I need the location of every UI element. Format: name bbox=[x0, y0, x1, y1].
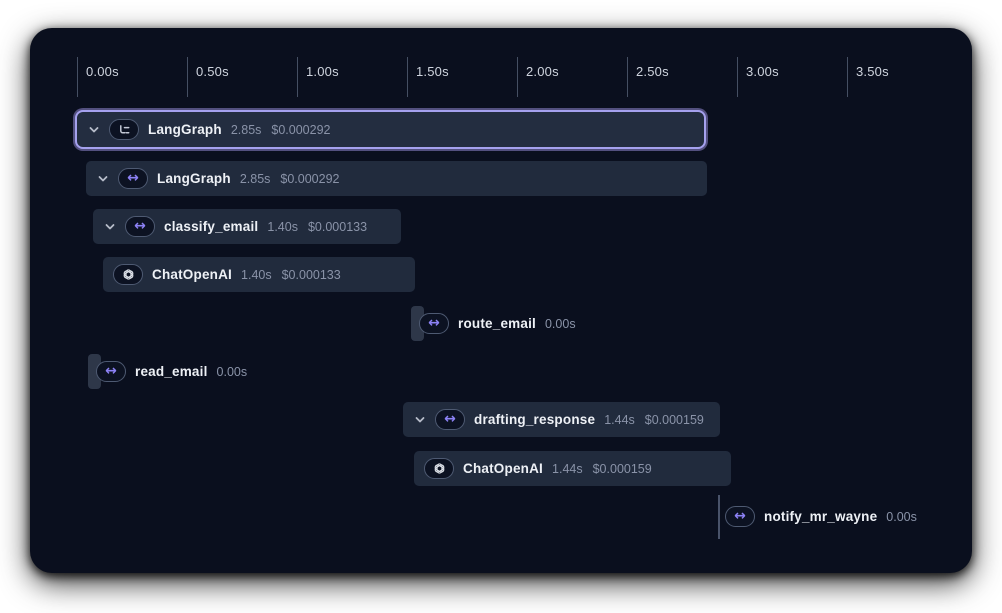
run-tree-icon bbox=[118, 124, 131, 136]
timeline-tick-label: 1.00s bbox=[306, 64, 339, 79]
timeline-tick bbox=[627, 57, 628, 97]
span-type-badge: ↔ bbox=[113, 264, 143, 285]
timeline-tick bbox=[517, 57, 518, 97]
span-duration: 0.00s bbox=[886, 510, 917, 524]
double-arrow-icon: ↔ bbox=[134, 219, 146, 233]
span-type-badge: ↔ bbox=[118, 168, 148, 189]
span-type-badge: ↔ bbox=[109, 119, 139, 140]
openai-icon bbox=[433, 462, 446, 475]
timeline-tick bbox=[407, 57, 408, 97]
openai-icon bbox=[122, 268, 135, 281]
span-name: route_email bbox=[458, 316, 536, 331]
span-type-badge: ↔ bbox=[419, 313, 449, 334]
chevron-down-icon[interactable] bbox=[103, 220, 116, 233]
span-type-badge: ↔ bbox=[96, 361, 126, 382]
span-type-badge: ↔ bbox=[424, 458, 454, 479]
timeline-tick bbox=[77, 57, 78, 97]
span-name: LangGraph bbox=[148, 122, 222, 137]
span-bar[interactable]: ↔ LangGraph 2.85s $0.000292 bbox=[86, 161, 707, 196]
timeline-tick bbox=[187, 57, 188, 97]
trace-span-row[interactable]: ↔ ChatOpenAI 1.40s $0.000133 bbox=[103, 257, 415, 292]
timeline-tick-label: 2.50s bbox=[636, 64, 669, 79]
timeline-ruler: 0.00s 0.50s 1.00s 1.50s 2.00s 2.50s 3.00… bbox=[30, 28, 972, 98]
double-arrow-icon: ↔ bbox=[428, 316, 440, 330]
trace-span-row[interactable]: ↔ notify_mr_wayne 0.00s bbox=[718, 499, 917, 534]
span-type-badge: ↔ bbox=[725, 506, 755, 527]
chevron-down-icon[interactable] bbox=[413, 413, 426, 426]
trace-span-row[interactable]: ↔ drafting_response 1.44s $0.000159 bbox=[403, 402, 720, 437]
chevron-down-icon[interactable] bbox=[87, 123, 100, 136]
timeline-tick-label: 0.50s bbox=[196, 64, 229, 79]
span-name: drafting_response bbox=[474, 412, 595, 427]
timeline-tick bbox=[297, 57, 298, 97]
span-duration: 1.44s bbox=[604, 413, 635, 427]
double-arrow-icon: ↔ bbox=[105, 364, 117, 378]
span-bar[interactable]: ↔ ChatOpenAI 1.40s $0.000133 bbox=[103, 257, 415, 292]
span-name: classify_email bbox=[164, 219, 258, 234]
span-cost: $0.000159 bbox=[645, 413, 704, 427]
trace-span-row[interactable]: ↔ route_email 0.00s bbox=[411, 306, 576, 341]
trace-span-row[interactable]: ↔ read_email 0.00s bbox=[88, 354, 247, 389]
span-duration: 0.00s bbox=[217, 365, 248, 379]
double-arrow-icon: ↔ bbox=[734, 509, 746, 523]
timeline-tick-label: 3.50s bbox=[856, 64, 889, 79]
span-type-badge: ↔ bbox=[435, 409, 465, 430]
span-duration: 1.40s bbox=[267, 220, 298, 234]
span-duration: 1.40s bbox=[241, 268, 272, 282]
span-cost: $0.000292 bbox=[280, 172, 339, 186]
span-name: read_email bbox=[135, 364, 208, 379]
span-name: ChatOpenAI bbox=[152, 267, 232, 282]
span-bar[interactable]: ↔ drafting_response 1.44s $0.000159 bbox=[403, 402, 720, 437]
span-cost: $0.000133 bbox=[282, 268, 341, 282]
timeline-tick bbox=[847, 57, 848, 97]
span-type-badge: ↔ bbox=[125, 216, 155, 237]
span-name: notify_mr_wayne bbox=[764, 509, 877, 524]
span-duration: 2.85s bbox=[240, 172, 271, 186]
span-bar[interactable]: ↔ notify_mr_wayne 0.00s bbox=[718, 506, 917, 527]
double-arrow-icon: ↔ bbox=[444, 412, 456, 426]
span-duration: 1.44s bbox=[552, 462, 583, 476]
span-duration: 0.00s bbox=[545, 317, 576, 331]
span-name: LangGraph bbox=[157, 171, 231, 186]
timeline-tick bbox=[737, 57, 738, 97]
span-bar[interactable]: ↔ classify_email 1.40s $0.000133 bbox=[93, 209, 401, 244]
span-bar[interactable]: ↔ LangGraph 2.85s $0.000292 bbox=[75, 110, 706, 149]
span-bar[interactable]: ↔ read_email 0.00s bbox=[88, 361, 247, 382]
span-cost: $0.000159 bbox=[593, 462, 652, 476]
trace-waterfall-card: 0.00s 0.50s 1.00s 1.50s 2.00s 2.50s 3.00… bbox=[30, 28, 972, 573]
trace-span-row[interactable]: ↔ ChatOpenAI 1.44s $0.000159 bbox=[414, 451, 731, 486]
span-name: ChatOpenAI bbox=[463, 461, 543, 476]
chevron-down-icon[interactable] bbox=[96, 172, 109, 185]
trace-span-row[interactable]: ↔ LangGraph 2.85s $0.000292 bbox=[86, 161, 707, 196]
span-bar[interactable]: ↔ ChatOpenAI 1.44s $0.000159 bbox=[414, 451, 731, 486]
span-bar[interactable]: ↔ route_email 0.00s bbox=[411, 313, 576, 334]
double-arrow-icon: ↔ bbox=[127, 171, 139, 185]
timeline-tick-label: 0.00s bbox=[86, 64, 119, 79]
trace-span-row[interactable]: ↔ classify_email 1.40s $0.000133 bbox=[93, 209, 401, 244]
timeline-tick-label: 3.00s bbox=[746, 64, 779, 79]
span-duration: 2.85s bbox=[231, 123, 262, 137]
span-cost: $0.000292 bbox=[271, 123, 330, 137]
timeline-tick-label: 1.50s bbox=[416, 64, 449, 79]
timeline-tick-label: 2.00s bbox=[526, 64, 559, 79]
span-cost: $0.000133 bbox=[308, 220, 367, 234]
trace-span-row[interactable]: ↔ LangGraph 2.85s $0.000292 bbox=[75, 110, 706, 149]
